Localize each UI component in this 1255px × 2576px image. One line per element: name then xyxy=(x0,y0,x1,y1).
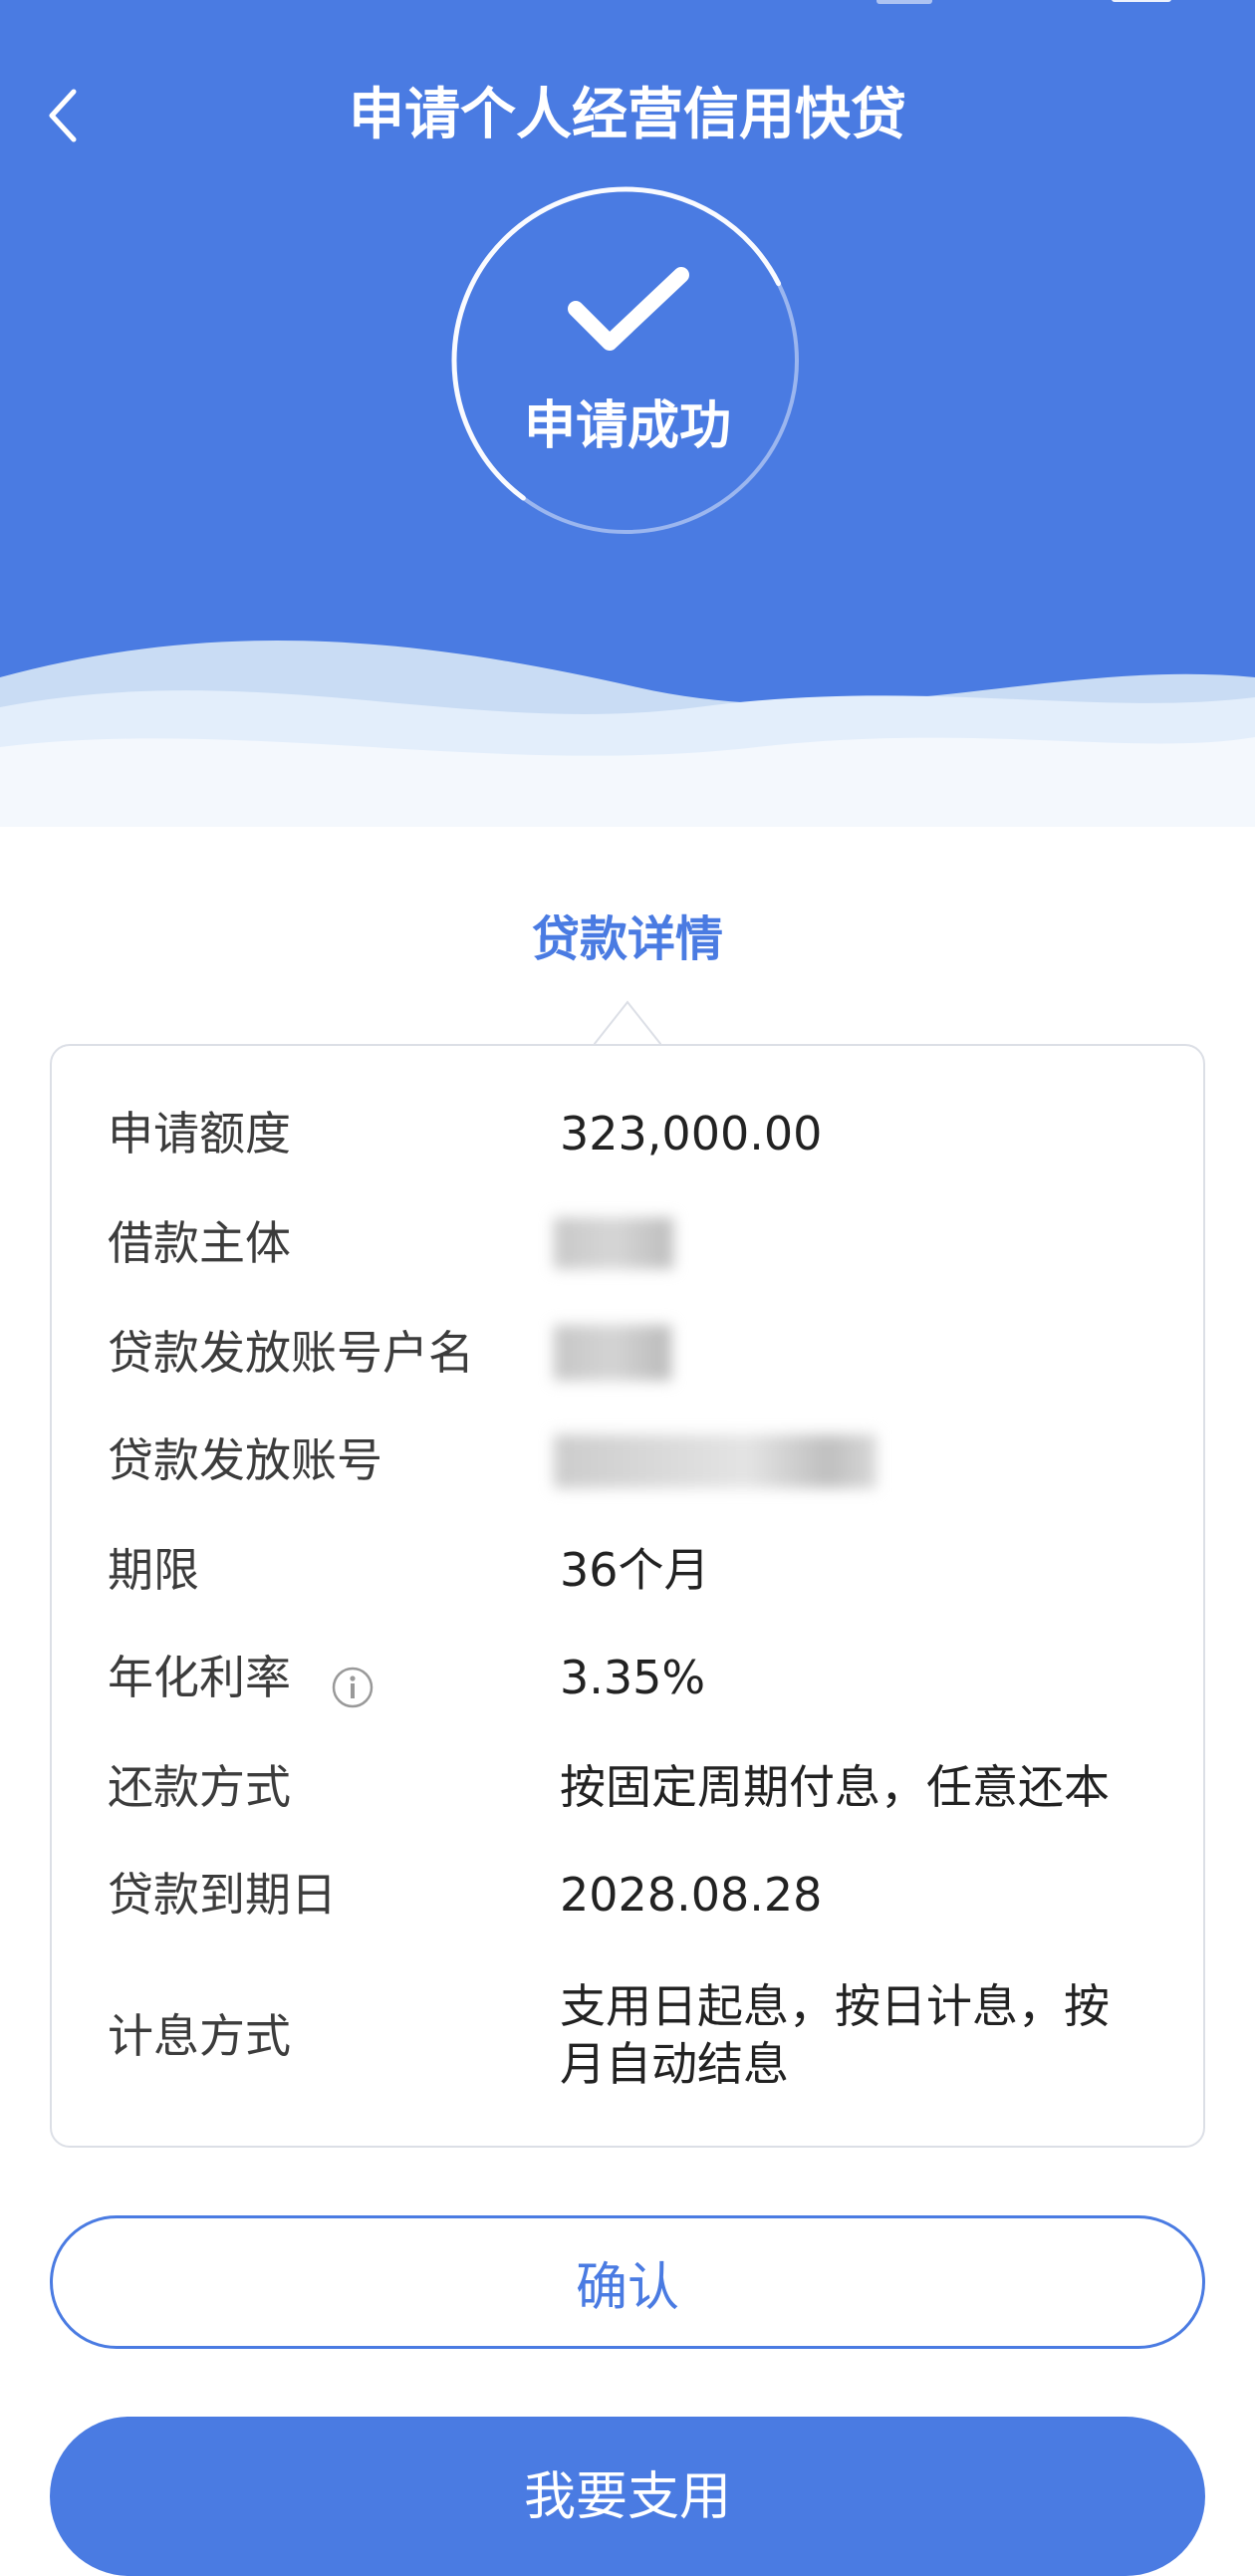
card-notch xyxy=(594,1000,661,1046)
value-interest-method-line1: 支用日起息，按日计息，按 xyxy=(560,1979,1110,2033)
label-account-name: 贷款发放账号户名 xyxy=(108,1326,474,1380)
redacted-account-name xyxy=(554,1325,671,1381)
value-interest-method-line2: 月自动结息 xyxy=(560,2037,789,2091)
redacted-account-number xyxy=(554,1434,877,1488)
label-borrower: 借款主体 xyxy=(108,1216,291,1270)
label-maturity-date: 贷款到期日 xyxy=(108,1868,337,1922)
label-repayment-method: 还款方式 xyxy=(108,1760,291,1814)
wave-decoration xyxy=(0,640,1255,897)
status-bar xyxy=(0,0,1255,20)
label-account-number: 贷款发放账号 xyxy=(108,1433,382,1487)
label-term: 期限 xyxy=(108,1543,199,1597)
label-apply-amount: 申请额度 xyxy=(108,1107,291,1160)
value-term: 36个月 xyxy=(560,1543,710,1597)
redacted-borrower xyxy=(554,1217,673,1269)
confirm-button[interactable]: 确认 xyxy=(50,2215,1205,2349)
label-interest-method: 计息方式 xyxy=(108,2009,291,2063)
success-text: 申请成功 xyxy=(523,396,731,456)
label-annual-rate: 年化利率 xyxy=(108,1651,291,1704)
info-icon[interactable] xyxy=(331,1666,375,1709)
value-apply-amount: 323,000.00 xyxy=(560,1107,823,1160)
page-title: 申请个人经营信用快贷 xyxy=(349,83,906,147)
value-maturity-date: 2028.08.28 xyxy=(560,1868,823,1922)
value-annual-rate: 3.35% xyxy=(560,1651,706,1704)
check-icon xyxy=(568,267,689,351)
success-ring xyxy=(451,186,800,535)
signal-icon xyxy=(877,0,932,4)
value-repayment-method: 按固定周期付息，任意还本 xyxy=(560,1760,1110,1814)
section-title: 贷款详情 xyxy=(531,911,723,967)
drawdown-button[interactable]: 我要支用 xyxy=(50,2417,1205,2576)
battery-icon xyxy=(1112,0,1171,2)
